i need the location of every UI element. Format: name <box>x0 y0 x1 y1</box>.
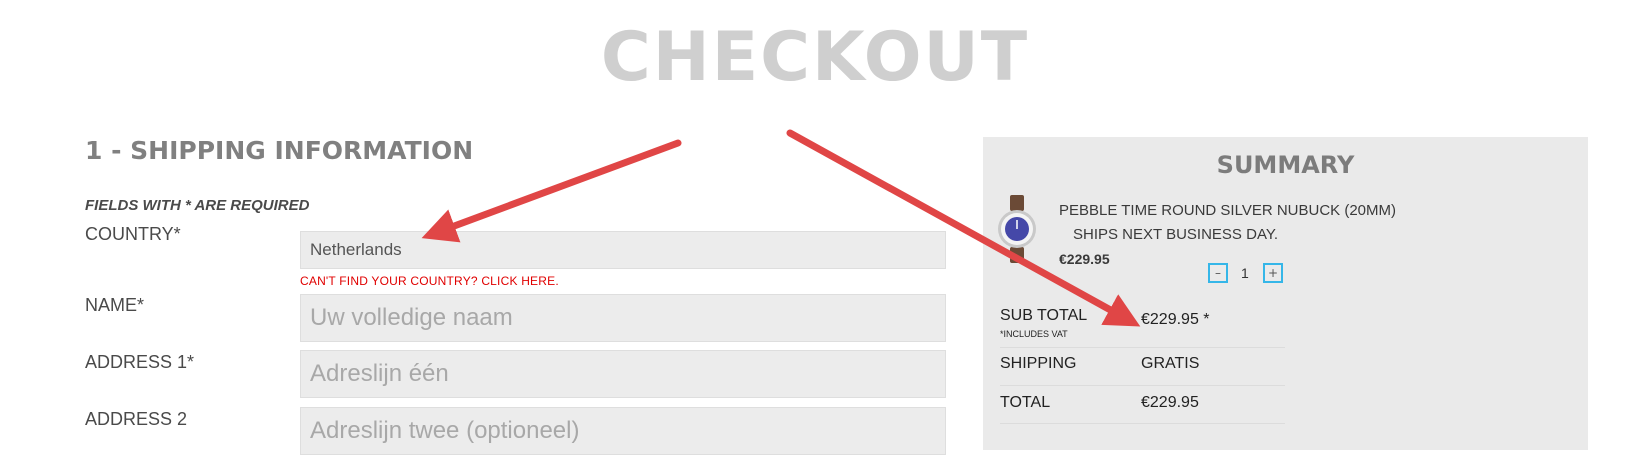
page-title: CHECKOUT <box>600 18 1030 97</box>
subtotal-value: €229.95 * <box>1141 311 1210 328</box>
shipping-row: SHIPPING GRATIS <box>1000 347 1285 386</box>
product-name: PEBBLE TIME ROUND SILVER NUBUCK (20MM) <box>1059 202 1397 219</box>
name-field[interactable] <box>301 295 945 341</box>
required-fields-note: FIELDS WITH * ARE REQUIRED <box>85 197 310 214</box>
shipping-value: GRATIS <box>1141 355 1200 372</box>
name-label: NAME* <box>85 295 145 315</box>
order-summary-panel: SUMMARY PEBBLE TIME ROUND SILVER NUBUCK … <box>983 137 1588 450</box>
country-not-found-link[interactable]: CAN'T FIND YOUR COUNTRY? CLICK HERE. <box>300 274 559 288</box>
quantity-increase-button[interactable]: + <box>1263 263 1283 283</box>
subtotal-row: SUB TOTAL *INCLUDES VAT €229.95 * <box>1000 307 1285 348</box>
quantity-value: 1 <box>1241 265 1249 281</box>
country-label: COUNTRY* <box>85 224 181 244</box>
address1-label: ADDRESS 1* <box>85 352 195 372</box>
product-price: €229.95 <box>1059 251 1110 267</box>
summary-title: SUMMARY <box>1216 151 1355 179</box>
shipping-note: SHIPS NEXT BUSINESS DAY. <box>1073 226 1279 243</box>
total-row: TOTAL €229.95 <box>1000 385 1285 424</box>
vat-note: *INCLUDES VAT <box>1000 329 1068 339</box>
name-field-wrapper <box>300 294 946 342</box>
section-title: 1 - SHIPPING INFORMATION <box>85 136 474 165</box>
total-value: €229.95 <box>1141 394 1199 411</box>
address2-field[interactable] <box>301 408 945 454</box>
shipping-label: SHIPPING <box>1000 355 1077 372</box>
subtotal-label: SUB TOTAL <box>1000 307 1088 324</box>
quantity-decrease-button[interactable]: – <box>1208 263 1228 283</box>
watch-icon <box>998 195 1036 263</box>
address2-label: ADDRESS 2 <box>85 409 188 429</box>
annotation-arrow-country <box>421 139 682 243</box>
total-label: TOTAL <box>1000 394 1051 411</box>
address2-field-wrapper <box>300 407 946 455</box>
country-field[interactable] <box>301 232 945 268</box>
country-field-wrapper <box>300 231 946 269</box>
address1-field[interactable] <box>301 351 945 397</box>
address1-field-wrapper <box>300 350 946 398</box>
